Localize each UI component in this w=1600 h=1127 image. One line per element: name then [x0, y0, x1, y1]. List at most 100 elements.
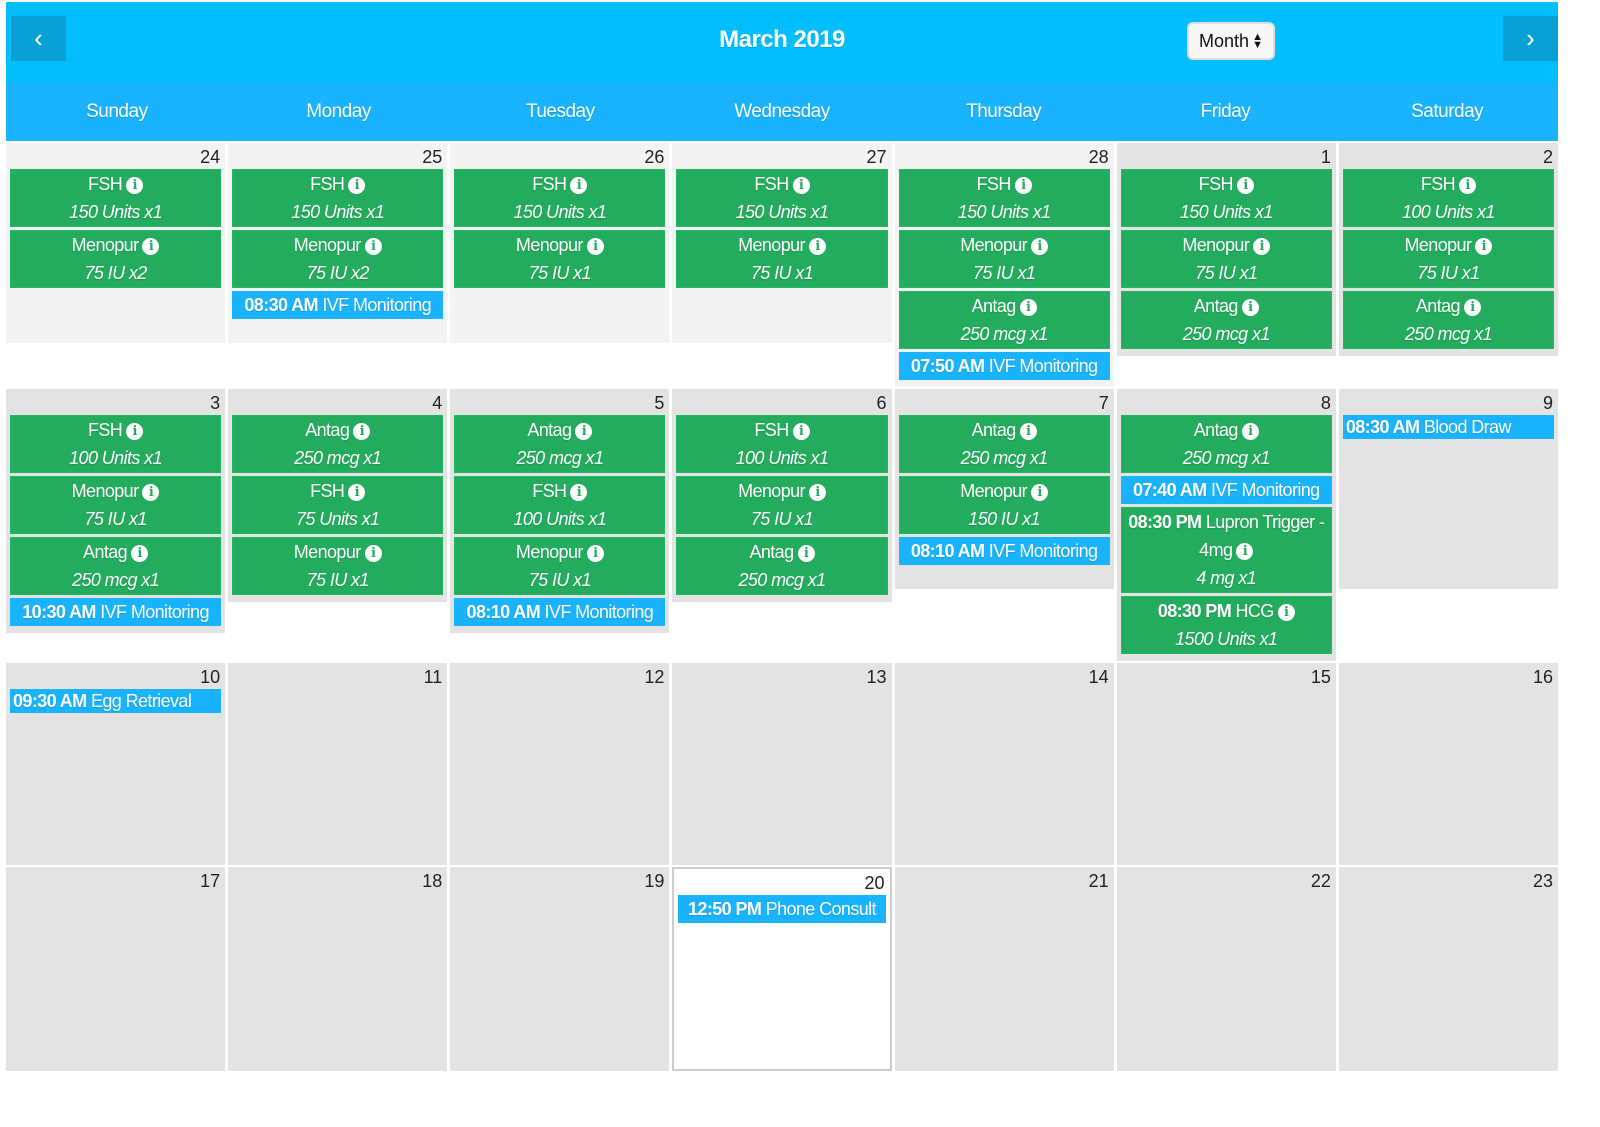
day-cell[interactable]: 28 FSH i 150 Units x1 Menopur i 75 IU x1 Antag i… [894, 143, 1114, 387]
info-icon[interactable]: i [131, 545, 149, 562]
day-cell[interactable]: 19 [450, 867, 670, 1071]
appointment-event[interactable]: 08:30 AM IVF Monitoring [232, 291, 444, 319]
appointment-event[interactable]: 08:10 AM IVF Monitoring [454, 598, 666, 626]
medication-event[interactable]: FSH i 100 Units x1 [676, 415, 888, 473]
day-cell[interactable]: 2 FSH i 100 Units x1 Menopur i 75 IU x1 Antag i 2… [1338, 143, 1558, 356]
day-cell[interactable]: 23 [1338, 867, 1558, 1071]
day-cell[interactable]: 5 Antag i 250 mcg x1 FSH i 100 Units x1 Menopur… [450, 389, 670, 633]
medication-event[interactable]: Menopur i 75 IU x1 [676, 476, 888, 534]
medication-event[interactable]: Menopur i 75 IU x2 [232, 230, 444, 288]
day-cell[interactable]: 7 Antag i 250 mcg x1 Menopur i 150 IU x1 08:10 … [894, 389, 1114, 589]
day-cell[interactable]: 21 [894, 867, 1114, 1071]
day-cell[interactable]: 15 [1116, 663, 1336, 865]
medication-event[interactable]: 08:30 PM Lupron Trigger - 4mg i 4 mg x1 [1120, 507, 1332, 593]
info-icon[interactable]: i [570, 177, 588, 194]
info-icon[interactable]: i [364, 238, 382, 255]
medication-event[interactable]: FSH i 75 Units x1 [232, 476, 444, 534]
day-cell[interactable]: 13 [672, 663, 892, 865]
appointment-event[interactable]: 12:50 PM Phone Consult [678, 895, 886, 923]
info-icon[interactable]: i [808, 484, 826, 501]
day-cell[interactable]: 1 FSH i 150 Units x1 Menopur i 75 IU x1 Antag i 2… [1116, 143, 1336, 356]
info-icon[interactable]: i [348, 177, 366, 194]
day-cell[interactable]: 22 [1116, 867, 1336, 1071]
medication-event[interactable]: FSH i 100 Units x1 [10, 415, 222, 473]
day-cell[interactable]: 27 FSH i 150 Units x1 Menopur i 75 IU x1 [672, 143, 892, 343]
info-icon[interactable]: i [126, 177, 144, 194]
medication-event[interactable]: Menopur i 75 IU x1 [10, 476, 222, 534]
info-icon[interactable]: i [792, 177, 810, 194]
medication-event[interactable]: Antag i 250 mcg x1 [10, 537, 222, 595]
day-cell[interactable]: 20 12:50 PM Phone Consult [672, 867, 892, 1071]
day-cell[interactable]: 18 [228, 867, 448, 1071]
day-cell[interactable]: 10 09:30 AM Egg Retrieval [6, 663, 226, 865]
medication-event[interactable]: Menopur i 75 IU x1 [1120, 230, 1332, 288]
day-cell[interactable]: 6 FSH i 100 Units x1 Menopur i 75 IU x1 Antag i 2… [672, 389, 892, 602]
medication-event[interactable]: Antag i 250 mcg x1 [676, 537, 888, 595]
info-icon[interactable]: i [808, 238, 826, 255]
next-month-button[interactable]: › [1503, 16, 1558, 61]
medication-event[interactable]: FSH i 150 Units x1 [454, 169, 666, 227]
appointment-event[interactable]: 07:50 AM IVF Monitoring [898, 352, 1110, 380]
medication-event[interactable]: Menopur i 75 IU x1 [232, 537, 444, 595]
day-cell[interactable]: 12 [450, 663, 670, 865]
info-icon[interactable]: i [1014, 177, 1032, 194]
day-cell[interactable]: 14 [894, 663, 1114, 865]
medication-event[interactable]: FSH i 150 Units x1 [10, 169, 222, 227]
view-select[interactable]: Month ▲ ▼ [1187, 22, 1275, 60]
info-icon[interactable]: i [586, 545, 604, 562]
medication-event[interactable]: Menopur i 75 IU x2 [10, 230, 222, 288]
day-cell[interactable]: 4 Antag i 250 mcg x1 FSH i 75 Units x1 Menopur i… [228, 389, 448, 602]
day-cell[interactable]: 3 FSH i 100 Units x1 Menopur i 75 IU x1 Antag i 2… [6, 389, 226, 633]
info-icon[interactable]: i [1241, 299, 1259, 316]
info-icon[interactable]: i [575, 423, 593, 440]
day-cell[interactable]: 25 FSH i 150 Units x1 Menopur i 75 IU x2 08:30 … [228, 143, 448, 343]
medication-event[interactable]: Antag i 250 mcg x1 [1120, 415, 1332, 473]
info-icon[interactable]: i [1019, 299, 1037, 316]
day-cell[interactable]: 24 FSH i 150 Units x1 Menopur i 75 IU x2 [6, 143, 226, 343]
info-icon[interactable]: i [1031, 238, 1049, 255]
medication-event[interactable]: Menopur i 75 IU x1 [676, 230, 888, 288]
medication-event[interactable]: 08:30 PM HCG i 1500 Units x1 [1120, 596, 1332, 654]
medication-event[interactable]: FSH i 150 Units x1 [676, 169, 888, 227]
info-icon[interactable]: i [1253, 238, 1271, 255]
medication-event[interactable]: Antag i 250 mcg x1 [1120, 291, 1332, 349]
medication-event[interactable]: Menopur i 75 IU x1 [454, 230, 666, 288]
appointment-event[interactable]: 08:30 AM Blood Draw [1342, 415, 1554, 439]
info-icon[interactable]: i [126, 423, 144, 440]
info-icon[interactable]: i [1236, 543, 1254, 560]
day-cell[interactable]: 11 [228, 663, 448, 865]
info-icon[interactable]: i [792, 423, 810, 440]
medication-event[interactable]: FSH i 150 Units x1 [1120, 169, 1332, 227]
info-icon[interactable]: i [364, 545, 382, 562]
info-icon[interactable]: i [1277, 604, 1295, 621]
info-icon[interactable]: i [1459, 177, 1477, 194]
day-cell[interactable]: 16 [1338, 663, 1558, 865]
appointment-event[interactable]: 09:30 AM Egg Retrieval [10, 689, 222, 713]
info-icon[interactable]: i [348, 484, 366, 501]
medication-event[interactable]: Antag i 250 mcg x1 [232, 415, 444, 473]
info-icon[interactable]: i [570, 484, 588, 501]
info-icon[interactable]: i [142, 238, 160, 255]
day-cell[interactable]: 26 FSH i 150 Units x1 Menopur i 75 IU x1 [450, 143, 670, 343]
day-cell[interactable]: 8 Antag i 250 mcg x1 07:40 AM IVF Monitoring… [1116, 389, 1336, 661]
info-icon[interactable]: i [586, 238, 604, 255]
info-icon[interactable]: i [1241, 423, 1259, 440]
info-icon[interactable]: i [1019, 423, 1037, 440]
info-icon[interactable]: i [1031, 484, 1049, 501]
medication-event[interactable]: Menopur i 75 IU x1 [454, 537, 666, 595]
appointment-event[interactable]: 08:10 AM IVF Monitoring [898, 537, 1110, 565]
info-icon[interactable]: i [1236, 177, 1254, 194]
appointment-event[interactable]: 10:30 AM IVF Monitoring [10, 598, 222, 626]
info-icon[interactable]: i [797, 545, 815, 562]
medication-event[interactable]: FSH i 100 Units x1 [1342, 169, 1554, 227]
info-icon[interactable]: i [142, 484, 160, 501]
medication-event[interactable]: Antag i 250 mcg x1 [898, 291, 1110, 349]
info-icon[interactable]: i [1463, 299, 1481, 316]
medication-event[interactable]: Menopur i 75 IU x1 [1342, 230, 1554, 288]
medication-event[interactable]: Antag i 250 mcg x1 [454, 415, 666, 473]
appointment-event[interactable]: 07:40 AM IVF Monitoring [1120, 476, 1332, 504]
medication-event[interactable]: Menopur i 150 IU x1 [898, 476, 1110, 534]
info-icon[interactable]: i [353, 423, 371, 440]
medication-event[interactable]: FSH i 150 Units x1 [898, 169, 1110, 227]
medication-event[interactable]: FSH i 100 Units x1 [454, 476, 666, 534]
